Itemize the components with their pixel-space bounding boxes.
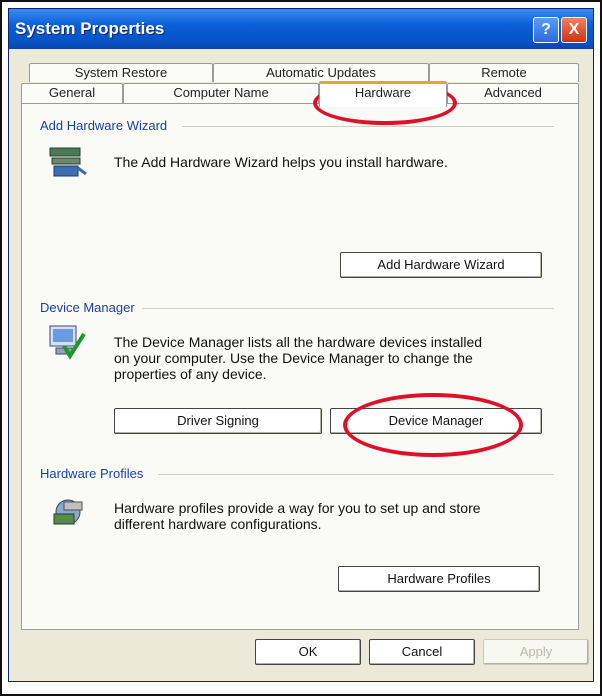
hardware-wizard-icon [49,147,87,177]
apply-button[interactable]: Apply [483,639,589,665]
tab-advanced[interactable]: Advanced [447,83,579,104]
add-hardware-wizard-button[interactable]: Add Hardware Wizard [340,252,542,278]
device-manager-description-line-2: on your computer. Use the Device Manager… [114,350,473,366]
driver-signing-button[interactable]: Driver Signing [114,408,322,434]
device-manager-icon [49,325,86,360]
tab-automatic-updates[interactable]: Automatic Updates [213,63,429,82]
system-properties-window: System Properties ? X System Restore Aut… [8,8,594,682]
tab-general[interactable]: General [21,83,123,104]
tab-remote[interactable]: Remote [429,63,579,82]
help-button[interactable]: ? [533,17,559,43]
close-button[interactable]: X [561,17,587,43]
device-manager-description-line-1: The Device Manager lists all the hardwar… [114,334,483,350]
hardware-profiles-description-line-1: Hardware profiles provide a way for you … [114,500,481,516]
hardware-tab-panel: Add Hardware Wizard The Add Hardware Wiz… [21,103,579,630]
group-divider [182,126,554,127]
device-manager-description-line-3: properties of any device. [114,366,267,382]
device-manager-group-title: Device Manager [40,300,135,315]
cancel-button[interactable]: Cancel [369,639,475,665]
close-icon: X [568,21,580,38]
add-hardware-group-title: Add Hardware Wizard [40,118,168,133]
add-hardware-description: The Add Hardware Wizard helps you instal… [114,154,448,170]
tab-hardware[interactable]: Hardware [319,81,447,107]
hardware-profiles-icon [53,499,83,525]
hardware-profiles-button[interactable]: Hardware Profiles [338,566,540,592]
screenshot-frame: System Properties ? X System Restore Aut… [0,0,602,696]
device-manager-highlight-ring [343,393,523,457]
tab-system-restore[interactable]: System Restore [29,63,213,82]
group-divider [142,308,554,309]
tab-computer-name[interactable]: Computer Name [123,83,319,104]
title-bar[interactable]: System Properties ? X [9,9,593,49]
help-icon: ? [541,21,551,38]
ok-button[interactable]: OK [255,639,361,665]
hardware-profiles-group-title: Hardware Profiles [40,466,144,481]
group-divider [158,474,554,475]
window-title: System Properties [15,19,165,38]
hardware-profiles-description-line-2: different hardware configurations. [114,516,322,532]
